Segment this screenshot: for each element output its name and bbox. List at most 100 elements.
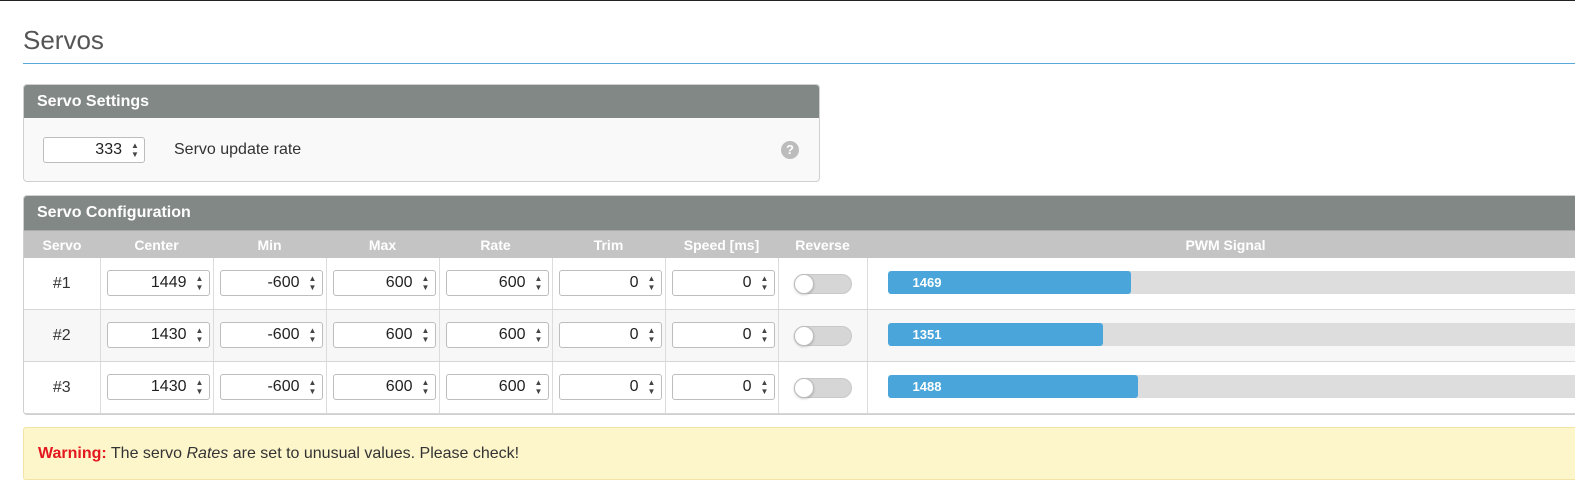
spinner-arrows-icon[interactable]: ▲ ▼ — [643, 375, 661, 399]
servo-update-rate-value: 333 — [95, 141, 122, 158]
max-input[interactable]: 600 ▲ ▼ — [332, 374, 436, 400]
reverse-toggle[interactable] — [793, 326, 852, 346]
spinner-arrows-icon[interactable]: ▲ ▼ — [304, 375, 322, 399]
spinner-arrows-icon[interactable]: ▲ ▼ — [191, 375, 209, 399]
rate-input[interactable]: 600 ▲ ▼ — [445, 374, 549, 400]
warning-emphasis: Rates — [186, 445, 229, 462]
reverse-toggle[interactable] — [793, 274, 852, 294]
speed-input[interactable]: 0 ▲ ▼ — [671, 374, 775, 400]
spinner-arrows-icon[interactable]: ▲ ▼ — [530, 375, 548, 399]
min-value: -600 — [267, 378, 300, 395]
help-icon[interactable]: ? — [781, 141, 799, 159]
rate-input[interactable]: 600 ▲ ▼ — [445, 270, 549, 296]
pwm-signal-value: 1469 — [912, 275, 942, 290]
servo-configuration-header: Servo Configuration — [24, 196, 1575, 230]
servo-configuration-panel: Servo Configuration Servo Center Min Max… — [23, 195, 1575, 415]
table-row: #3 1430 ▲ ▼ -600 ▲ ▼ 600 ▲ ▼ 600 ▲ ▼ 0 ▲ ▼ 0 ▲ ▼ 148… — [24, 361, 1575, 414]
center-input[interactable]: 1430 ▲ ▼ — [106, 322, 210, 348]
spinner-arrows-icon[interactable]: ▲ ▼ — [191, 323, 209, 347]
reverse-toggle[interactable] — [793, 378, 852, 398]
speed-value: 0 — [742, 326, 752, 343]
spinner-arrows-icon[interactable]: ▲ ▼ — [417, 375, 435, 399]
page-title: Servos — [23, 25, 104, 55]
column-header-pwm-signal: PWM Signal — [867, 230, 1575, 258]
min-value: -600 — [267, 326, 300, 343]
trim-value: 0 — [629, 378, 639, 395]
rate-value: 600 — [498, 378, 526, 395]
trim-value: 0 — [629, 326, 639, 343]
servo-id-cell: #1 — [24, 258, 101, 310]
servo-settings-body: 333 ▲ ▼ Servo update rate ? — [24, 118, 819, 181]
toggle-knob — [793, 274, 814, 294]
servo-id-cell: #2 — [24, 309, 101, 362]
spinner-arrows-icon[interactable]: ▲ ▼ — [126, 138, 144, 162]
warning-text-before: The servo — [110, 445, 183, 462]
spinner-arrows-icon[interactable]: ▲ ▼ — [530, 271, 548, 295]
max-input[interactable]: 600 ▲ ▼ — [332, 270, 436, 296]
spinner-arrows-icon[interactable]: ▲ ▼ — [756, 375, 774, 399]
column-header-center: Center — [100, 230, 213, 258]
column-header-reverse: Reverse — [778, 230, 867, 258]
spinner-arrows-icon[interactable]: ▲ ▼ — [417, 271, 435, 295]
column-header-speed: Speed [ms] — [665, 230, 778, 258]
pwm-signal-bar: 1469 — [887, 271, 1575, 294]
servo-settings-panel: Servo Settings 333 ▲ ▼ Servo update rate … — [23, 84, 820, 182]
rate-value: 600 — [498, 326, 526, 343]
warning-alert: Warning: The servo Rates are set to unus… — [23, 427, 1575, 480]
spinner-arrows-icon[interactable]: ▲ ▼ — [530, 323, 548, 347]
spinner-arrows-icon[interactable]: ▲ ▼ — [417, 323, 435, 347]
spinner-arrows-icon[interactable]: ▲ ▼ — [304, 271, 322, 295]
toggle-knob — [793, 326, 814, 346]
pwm-signal-value: 1351 — [912, 327, 942, 342]
servo-update-rate-input[interactable]: 333 ▲ ▼ — [43, 137, 145, 163]
center-value: 1430 — [150, 326, 187, 343]
trim-value: 0 — [629, 274, 639, 291]
center-input[interactable]: 1449 ▲ ▼ — [106, 270, 210, 296]
title-divider — [23, 63, 1575, 64]
table-row: #1 1449 ▲ ▼ -600 ▲ ▼ 600 ▲ ▼ 600 ▲ ▼ 0 ▲ ▼ 0 ▲ ▼ 146… — [24, 258, 1575, 310]
table-header-row: Servo Center Min Max Rate Trim Speed [ms… — [24, 230, 1575, 258]
pwm-signal-value: 1488 — [912, 379, 942, 394]
spinner-arrows-icon[interactable]: ▲ ▼ — [643, 271, 661, 295]
column-header-min: Min — [213, 230, 326, 258]
servo-id-cell: #3 — [24, 361, 101, 414]
max-value: 600 — [385, 326, 413, 343]
toggle-knob — [793, 378, 814, 398]
column-header-rate: Rate — [439, 230, 552, 258]
warning-text-after: are set to unusual values. Please check! — [232, 445, 520, 462]
min-input[interactable]: -600 ▲ ▼ — [219, 270, 323, 296]
rate-value: 600 — [498, 274, 526, 291]
speed-value: 0 — [742, 378, 752, 395]
speed-input[interactable]: 0 ▲ ▼ — [671, 270, 775, 296]
warning-label: Warning: — [38, 445, 107, 462]
spinner-arrows-icon[interactable]: ▲ ▼ — [191, 271, 209, 295]
max-value: 600 — [385, 378, 413, 395]
speed-value: 0 — [742, 274, 752, 291]
min-input[interactable]: -600 ▲ ▼ — [219, 374, 323, 400]
servo-settings-header: Servo Settings — [24, 85, 819, 118]
trim-input[interactable]: 0 ▲ ▼ — [558, 270, 662, 296]
center-value: 1449 — [150, 274, 187, 291]
min-input[interactable]: -600 ▲ ▼ — [219, 322, 323, 348]
max-input[interactable]: 600 ▲ ▼ — [332, 322, 436, 348]
servo-table: Servo Center Min Max Rate Trim Speed [ms… — [24, 230, 1575, 414]
column-header-max: Max — [326, 230, 439, 258]
trim-input[interactable]: 0 ▲ ▼ — [558, 374, 662, 400]
servo-update-rate-label: Servo update rate — [174, 141, 302, 158]
spinner-arrows-icon[interactable]: ▲ ▼ — [643, 323, 661, 347]
column-header-servo: Servo — [24, 230, 100, 258]
rate-input[interactable]: 600 ▲ ▼ — [445, 322, 549, 348]
table-row: #2 1430 ▲ ▼ -600 ▲ ▼ 600 ▲ ▼ 600 ▲ ▼ 0 ▲ ▼ 0 ▲ ▼ 135… — [24, 309, 1575, 362]
max-value: 600 — [385, 274, 413, 291]
min-value: -600 — [267, 274, 300, 291]
pwm-signal-bar: 1488 — [887, 375, 1575, 398]
column-header-trim: Trim — [552, 230, 665, 258]
spinner-arrows-icon[interactable]: ▲ ▼ — [304, 323, 322, 347]
spinner-arrows-icon[interactable]: ▲ ▼ — [756, 271, 774, 295]
center-input[interactable]: 1430 ▲ ▼ — [106, 374, 210, 400]
trim-input[interactable]: 0 ▲ ▼ — [558, 322, 662, 348]
speed-input[interactable]: 0 ▲ ▼ — [671, 322, 775, 348]
center-value: 1430 — [150, 378, 187, 395]
pwm-signal-bar: 1351 — [887, 323, 1575, 346]
spinner-arrows-icon[interactable]: ▲ ▼ — [756, 323, 774, 347]
